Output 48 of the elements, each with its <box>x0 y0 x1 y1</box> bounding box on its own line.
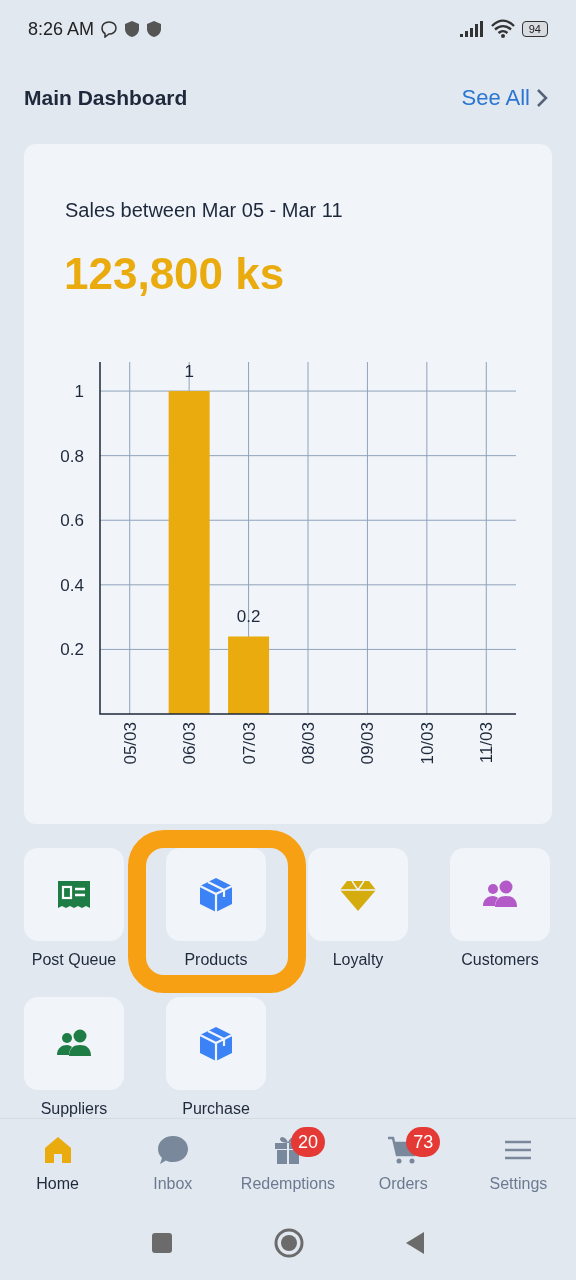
axis-tick-label: 0.4 <box>60 575 84 595</box>
nav-tab[interactable]: 20 Redemptions <box>230 1119 346 1219</box>
value-label: 0.2 <box>236 607 261 627</box>
shortcut-tile[interactable] <box>166 997 266 1090</box>
count-badge: 20 <box>291 1127 325 1157</box>
home-button-icon[interactable] <box>274 1227 304 1258</box>
shortcut-label: Suppliers <box>40 1100 108 1118</box>
chevron-right-icon <box>536 88 548 108</box>
axis-category-label: 08/03 <box>299 722 318 765</box>
back-icon[interactable] <box>404 1229 426 1256</box>
axis-tick-label: 0.8 <box>60 446 84 466</box>
axis-category-label: 07/03 <box>239 722 259 765</box>
value-label: 1 <box>184 362 194 382</box>
axis-tick-label: 0.2 <box>60 640 84 660</box>
nav-tab[interactable]: Settings <box>460 1119 576 1219</box>
section-title: Main Dashboard <box>24 86 188 110</box>
wifi-icon <box>489 19 516 39</box>
nav-tab[interactable]: Home <box>0 1119 116 1219</box>
axis-category-label: 06/03 <box>180 722 200 765</box>
shortcut-tile[interactable] <box>450 848 550 941</box>
shortcut-label: Post Queue <box>31 951 117 969</box>
nav-tab[interactable]: 73 Orders <box>345 1119 461 1219</box>
shortcut-label: Customers <box>461 951 539 969</box>
shield-icon <box>146 20 163 38</box>
shortcut-tile[interactable] <box>308 848 408 941</box>
battery-level: 94 <box>521 21 548 37</box>
axis-category-label: 09/03 <box>358 722 378 765</box>
axis-category-label: 10/03 <box>417 722 437 765</box>
axis-tick-label: 0.6 <box>60 511 84 531</box>
shortcut-label: Loyalty <box>332 951 384 969</box>
count-badge: 73 <box>406 1127 441 1157</box>
signal-icon <box>457 20 484 38</box>
shortcut-label: Products <box>184 951 248 969</box>
axis-category-label: 11/03 <box>477 722 497 764</box>
shortcut-tile[interactable] <box>166 848 266 941</box>
chat-icon <box>100 20 119 38</box>
shortcut-tile[interactable] <box>24 997 124 1090</box>
axis-category-label: 05/03 <box>120 722 140 765</box>
see-all-link[interactable]: See All <box>461 85 548 111</box>
sales-total: 123,800 ks <box>64 248 286 300</box>
shield-icon <box>124 20 141 38</box>
nav-tab[interactable]: Inbox <box>115 1119 231 1219</box>
shortcut-label: Purchase <box>182 1100 250 1118</box>
status-time: 8:26 AM <box>28 18 95 40</box>
recents-icon[interactable] <box>150 1230 174 1255</box>
shortcut-tile[interactable] <box>24 848 124 941</box>
axis-tick-label: 1 <box>74 382 84 402</box>
sales-title: Sales between Mar 05 - Mar 11 <box>65 198 344 223</box>
